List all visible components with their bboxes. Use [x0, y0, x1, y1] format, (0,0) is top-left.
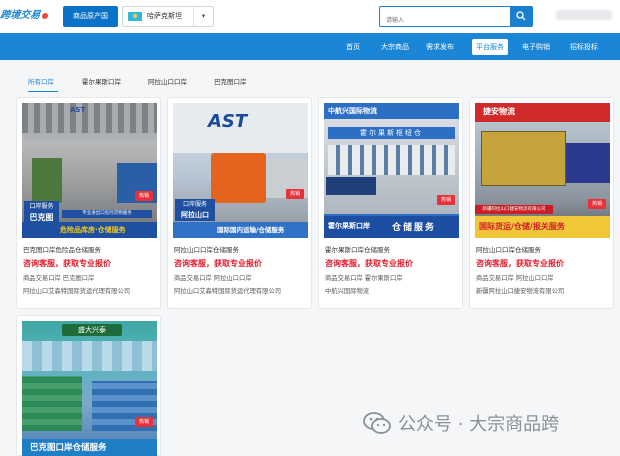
tab-alashankou[interactable]: 阿拉山口口岸: [148, 76, 187, 86]
tab-khorgos[interactable]: 霍尔果斯口岸: [82, 76, 121, 86]
building-sign: 霍尔果斯枢纽仓: [328, 127, 455, 139]
card-company: 新疆阿拉山口捷安物流有限公司: [476, 288, 565, 295]
card-cta[interactable]: 咨询客服，获取专业报价: [325, 258, 413, 269]
card-title[interactable]: 阿拉山口口岸仓储服务: [174, 244, 239, 254]
banner-top-text: 盛大兴泰: [62, 324, 122, 336]
banner-top-text: 捷安物流: [483, 107, 515, 116]
service-card[interactable]: 捷安物流 新疆阿拉山口捷安物流有限公司 热销 国际货运/仓储/报关服务 阿拉山口…: [469, 97, 614, 309]
green-pallets: [32, 158, 62, 203]
search-input[interactable]: [380, 11, 510, 30]
banner-label-box: 口岸服务 巴克图: [24, 201, 59, 223]
logistics-building-image: 中航兴国际物流 霍尔果斯枢纽仓 热销 霍尔果斯口岸 仓储服务: [324, 103, 459, 238]
card-port: 商品交易口岸 阿拉山口口岸: [476, 275, 554, 282]
chevron-down-icon[interactable]: ▾: [193, 7, 213, 26]
content-area: 所有口岸 霍尔果斯口岸 阿拉山口口岸 巴克图口岸 口岸服务 巴克图 专业进出口危…: [0, 60, 620, 456]
card-company: 中航兴国际物流: [325, 288, 370, 295]
banner-sub-text: 专业进出口危险货物服务: [62, 210, 152, 218]
card-port: 商品交易口岸 阿拉山口口岸: [174, 275, 252, 282]
banner-label-box: 口岸服务 阿拉山口: [175, 199, 215, 221]
roof-beams: [22, 103, 157, 133]
ast-logo: AST: [208, 111, 248, 132]
warehouse-image: 口岸服务 巴克图 专业进出口危险货物服务 热销 危险品库房·仓储服务 AST: [22, 103, 157, 238]
hot-badge: 热销: [588, 199, 606, 209]
card-port: 商品交易口岸 巴克图口岸: [23, 275, 95, 282]
logo-dot: [41, 12, 49, 19]
tab-baketu[interactable]: 巴克图口岸: [214, 76, 247, 86]
warehouse-image: 盛大兴泰 热销 巴克图口岸仓储服务: [22, 321, 157, 456]
banner-bottom-text: 国际国内运输/仓储服务: [173, 222, 308, 238]
main-nav: 首页 大宗商品 需求发布 平台服务 电子购销 招标投标: [0, 33, 620, 60]
service-card[interactable]: AST 口岸服务 阿拉山口 热销 国际国内运输/仓储服务 阿拉山口口岸仓储服务 …: [167, 97, 312, 309]
nav-bidding[interactable]: 招标投标: [566, 39, 602, 55]
card-company: 阿拉山口艾森特国际货运代理有限公司: [23, 288, 131, 295]
banner-bottom: 霍尔果斯口岸 仓储服务: [324, 216, 459, 238]
nav-demand[interactable]: 需求发布: [422, 39, 458, 55]
card-cta[interactable]: 咨询客服，获取专业报价: [476, 258, 564, 269]
card-title[interactable]: 巴克图口岸危险品仓储服务: [23, 244, 101, 254]
active-tab-indicator: [28, 91, 58, 92]
ceiling: [22, 341, 157, 371]
country-select[interactable]: 哈萨克斯坦 ▾: [122, 6, 214, 27]
card-cta[interactable]: 咨询客服，获取专业报价: [23, 258, 111, 269]
logo-text: 跨境交易: [0, 10, 41, 21]
nav-e-commerce[interactable]: 电子购销: [518, 39, 554, 55]
hot-badge: 热销: [135, 417, 153, 427]
truck-image: AST 口岸服务 阿拉山口 热销 国际国内运输/仓储服务: [173, 103, 308, 238]
card-cta[interactable]: 咨询客服，获取专业报价: [174, 258, 262, 269]
orange-truck: [211, 153, 266, 203]
search-button[interactable]: [510, 6, 532, 27]
info-board: [326, 177, 376, 195]
nav-home[interactable]: 首页: [342, 39, 364, 55]
banner-bottom-text: 国际货运/仓储/报关服务: [475, 216, 610, 238]
train-image: 捷安物流 新疆阿拉山口捷安物流有限公司 热销 国际货运/仓储/报关服务: [475, 103, 610, 238]
wechat-icon: [363, 412, 391, 434]
watermark-text: 公众号 · 大宗商品跨: [398, 414, 560, 435]
banner-strip-text: 新疆阿拉山口捷安物流有限公司: [475, 205, 553, 214]
banner-top-text: 口岸服务: [182, 201, 207, 208]
service-card[interactable]: 口岸服务 巴克图 专业进出口危险货物服务 热销 危险品库房·仓储服务 AST 巴…: [16, 97, 161, 309]
stacked-goods: [22, 376, 82, 431]
hot-badge: 热销: [437, 195, 455, 205]
train-cars: [566, 143, 610, 183]
hot-badge: 热销: [286, 189, 304, 199]
origin-country-button[interactable]: 商品原产国: [63, 6, 118, 27]
banner-bottom-text: 仓储服务: [392, 223, 437, 233]
site-logo[interactable]: 跨境交易: [0, 2, 57, 30]
service-card[interactable]: 盛大兴泰 热销 巴克图口岸仓储服务: [16, 315, 161, 456]
card-port: 商品交易口岸 霍尔果斯口岸: [325, 275, 403, 282]
hot-badge: 热销: [135, 191, 153, 201]
service-card[interactable]: 中航兴国际物流 霍尔果斯枢纽仓 热销 霍尔果斯口岸 仓储服务 霍尔果斯口岸仓储服…: [318, 97, 463, 309]
locomotive: [481, 131, 566, 186]
search-icon: [516, 11, 526, 21]
kazakhstan-flag-icon: [128, 12, 142, 21]
card-title[interactable]: 霍尔果斯口岸仓储服务: [325, 244, 390, 254]
card-title[interactable]: 阿拉山口口岸仓储服务: [476, 244, 541, 254]
user-account[interactable]: [556, 10, 612, 20]
banner-bottom-text: 危险品库房·仓储服务: [22, 222, 157, 238]
tab-all-ports[interactable]: 所有口岸: [28, 76, 54, 86]
banner-top-text: 口岸服务: [29, 203, 54, 210]
banner-bottom-text: 巴克图口岸仓储服务: [22, 439, 157, 456]
banner-top-text: 中航兴国际物流: [328, 107, 377, 115]
ast-logo: AST: [70, 106, 86, 114]
building-windows: [328, 145, 455, 175]
nav-commodities[interactable]: 大宗商品: [377, 39, 413, 55]
banner-name-text: 阿拉山口: [181, 211, 209, 219]
banner-name-text: 霍尔果斯口岸: [328, 222, 370, 230]
card-company: 阿拉山口艾森特国际货运代理有限公司: [174, 288, 282, 295]
country-name: 哈萨克斯坦: [147, 12, 182, 20]
search-box: [379, 6, 533, 30]
top-bar: 跨境交易 商品原产国 哈萨克斯坦 ▾: [0, 0, 620, 33]
nav-platform-services[interactable]: 平台服务: [472, 39, 508, 55]
